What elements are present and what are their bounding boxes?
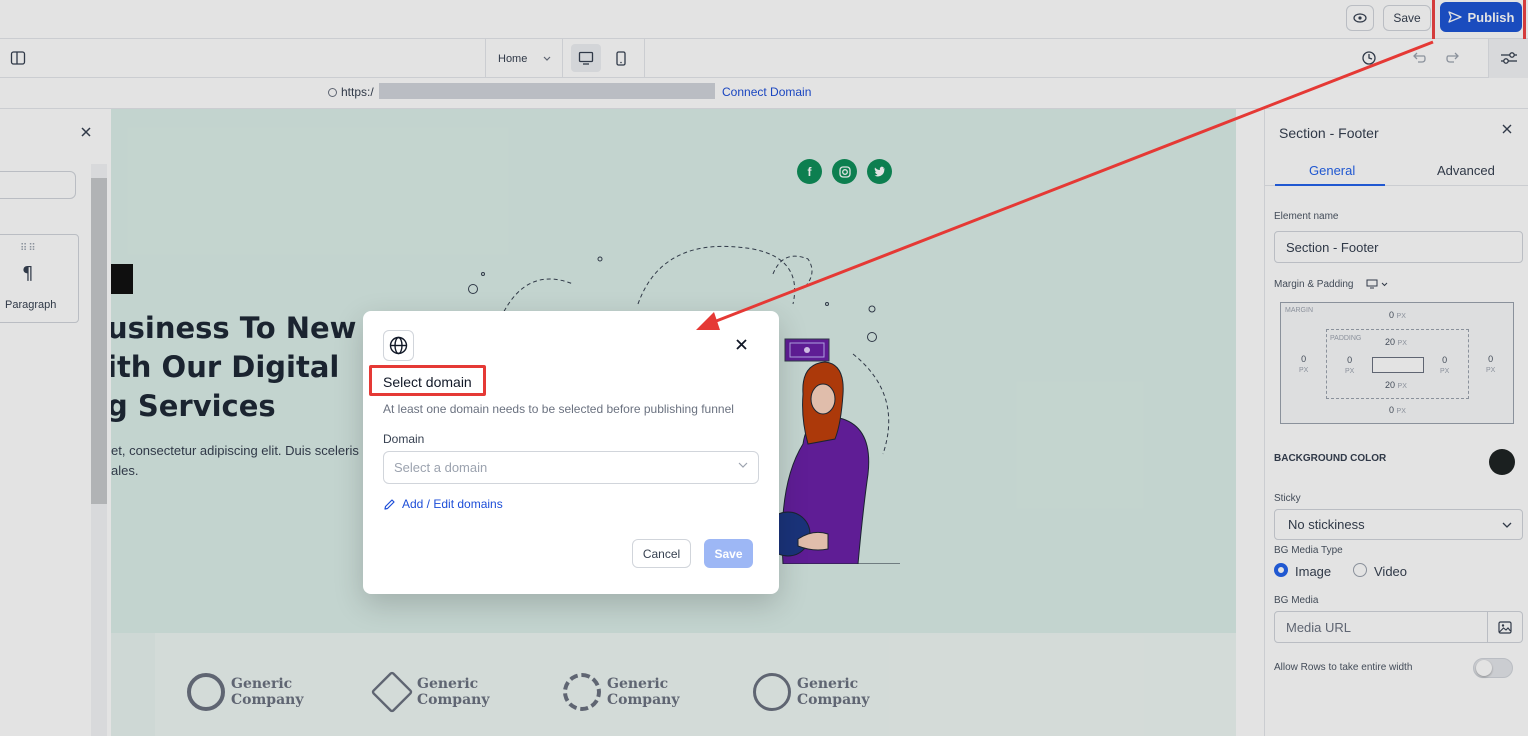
- close-icon[interactable]: [736, 337, 747, 355]
- pencil-icon: [384, 498, 395, 510]
- domain-label: Domain: [383, 432, 425, 446]
- add-edit-domains-link[interactable]: Add / Edit domains: [383, 497, 503, 511]
- modal-title: Select domain: [383, 374, 472, 390]
- modal-description: At least one domain needs to be selected…: [383, 402, 734, 416]
- modal-save-button[interactable]: Save: [704, 539, 753, 568]
- chevron-down-icon: [738, 462, 748, 468]
- cancel-button[interactable]: Cancel: [632, 539, 691, 568]
- globe-icon: [383, 330, 414, 361]
- domain-select[interactable]: Select a domain: [383, 451, 759, 484]
- select-domain-modal: Select domain At least one domain needs …: [363, 311, 779, 594]
